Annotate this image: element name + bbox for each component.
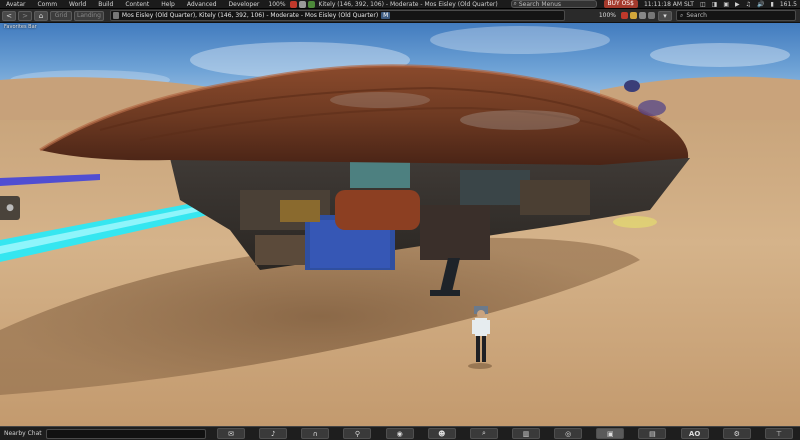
chat-icon: ✉: [228, 429, 234, 438]
headset-icon: ∩: [312, 429, 318, 438]
volume-readout: 100%: [268, 0, 286, 8]
walk-icon: ⚲: [354, 429, 361, 438]
menu-comm[interactable]: Comm: [31, 1, 63, 8]
nearby-chat-label[interactable]: Nearby Chat: [0, 430, 46, 437]
minimap-icon: ◎: [565, 429, 572, 438]
permissions-icon: [298, 0, 306, 8]
people-icon: ☻: [438, 429, 446, 438]
chat-input[interactable]: [46, 428, 206, 439]
network-icon[interactable]: ▮: [768, 1, 777, 8]
search-field[interactable]: ⌕ Search: [676, 10, 796, 21]
inventory-button[interactable]: ▤: [638, 428, 667, 439]
menu-bar: Avatar Comm World Build Content Help Adv…: [0, 0, 800, 9]
search-icon: ⌕: [513, 0, 517, 7]
location-field[interactable]: Mos Eisley (Old Quarter), Kitely (146, 3…: [109, 10, 565, 21]
scene-render: [0, 0, 800, 426]
menu-avatar[interactable]: Avatar: [0, 1, 31, 8]
speak-button[interactable]: ∩: [301, 428, 330, 439]
location-text: Mos Eisley (Old Quarter), Kitely (146, 3…: [121, 12, 379, 19]
search-placeholder: Search: [686, 12, 707, 19]
ao-label: AO: [688, 429, 701, 438]
menu-developer[interactable]: Developer: [223, 1, 266, 8]
toolbar-buttons: ✉ ♪ ∩ ⚲ ◉ ☻ ⌕ ▥ ◎ ▣ ▤ AO ⚙ ⊤: [210, 428, 800, 440]
media-icon[interactable]: ▣: [720, 1, 732, 8]
appearance-button[interactable]: ⊤: [764, 428, 793, 439]
favorites-bar[interactable]: Favorites Bar: [4, 24, 37, 30]
zoom-readout: 100%: [598, 12, 616, 19]
parcel-info[interactable]: Kitely (146, 392, 106) - Moderate - Mos …: [316, 1, 501, 8]
play-icon[interactable]: ▶: [732, 1, 743, 8]
menu-search-placeholder: Search Menus: [518, 0, 561, 8]
search-icon: ⌕: [481, 429, 486, 437]
people-button[interactable]: ☻: [427, 428, 456, 439]
world-viewport[interactable]: [0, 0, 800, 440]
camera-icon: ▣: [607, 429, 614, 438]
search-button[interactable]: ⌕: [469, 428, 498, 439]
ao-button[interactable]: AO: [680, 428, 709, 439]
grid-button[interactable]: Grid: [50, 10, 72, 21]
sound-icon[interactable]: ◨: [709, 1, 721, 8]
maturity-rating-badge: M: [381, 12, 391, 19]
suitcase-icon: ▤: [649, 429, 656, 438]
home-icon: ⌂: [38, 11, 44, 20]
pathfinding-icon: [307, 0, 315, 8]
health-icon: [621, 12, 628, 19]
gear-icon: ⚙: [733, 429, 740, 438]
eye-icon: ◉: [396, 429, 403, 438]
search-options-button[interactable]: ▾: [658, 10, 672, 21]
bottom-toolbar: Nearby Chat ✉ ♪ ∩ ⚲ ◉ ☻ ⌕ ▥ ◎ ▣ ▤ AO ⚙ ⊤: [0, 426, 800, 440]
fps-readout: 161.5: [779, 0, 797, 8]
navigation-bar: < > ⌂ Grid Landing Mos Eisley (Old Quart…: [0, 9, 800, 23]
move-button[interactable]: ⚲: [343, 428, 372, 439]
menu-search-field[interactable]: ⌕ Search Menus: [510, 0, 597, 8]
clock: 11:11:18 AM SLT: [643, 0, 694, 8]
music-icon[interactable]: ♫: [743, 1, 754, 8]
nav-right-group: 100% ▾ ⌕ Search: [599, 10, 800, 21]
speaker-icon[interactable]: 🔊: [754, 1, 767, 8]
menu-advanced[interactable]: Advanced: [181, 1, 223, 8]
location-icon: [112, 12, 119, 19]
buy-currency-button[interactable]: BUY OS$: [603, 0, 638, 8]
minimap-button[interactable]: ◎: [554, 428, 583, 439]
health-icon: [289, 0, 297, 8]
map-icon: ▥: [522, 429, 530, 438]
menu-build[interactable]: Build: [92, 1, 119, 8]
script-icon: [630, 12, 637, 19]
microphone-icon: ♪: [270, 429, 276, 438]
snapshot-button[interactable]: ▣: [596, 428, 625, 439]
landing-button[interactable]: Landing: [74, 10, 104, 21]
menu-content[interactable]: Content: [119, 1, 155, 8]
map-button[interactable]: ▥: [512, 428, 541, 439]
view-button[interactable]: ◉: [385, 428, 414, 439]
menu-help[interactable]: Help: [155, 1, 181, 8]
back-button[interactable]: <: [2, 10, 16, 21]
home-button[interactable]: ⌂: [34, 10, 48, 21]
shirt-icon: ⊤: [775, 429, 782, 438]
side-panel-tab[interactable]: ●: [0, 196, 20, 220]
search-icon: ⌕: [680, 11, 684, 19]
voice-icon[interactable]: ◫: [697, 1, 709, 8]
pin-icon: ●: [6, 203, 14, 213]
forward-button[interactable]: >: [18, 10, 32, 21]
voice-icon: [648, 12, 655, 19]
build-icon: [639, 12, 646, 19]
settings-button[interactable]: ⚙: [722, 428, 751, 439]
voice-button[interactable]: ♪: [259, 428, 288, 439]
chat-button[interactable]: ✉: [217, 428, 246, 439]
menu-world[interactable]: World: [63, 1, 92, 8]
